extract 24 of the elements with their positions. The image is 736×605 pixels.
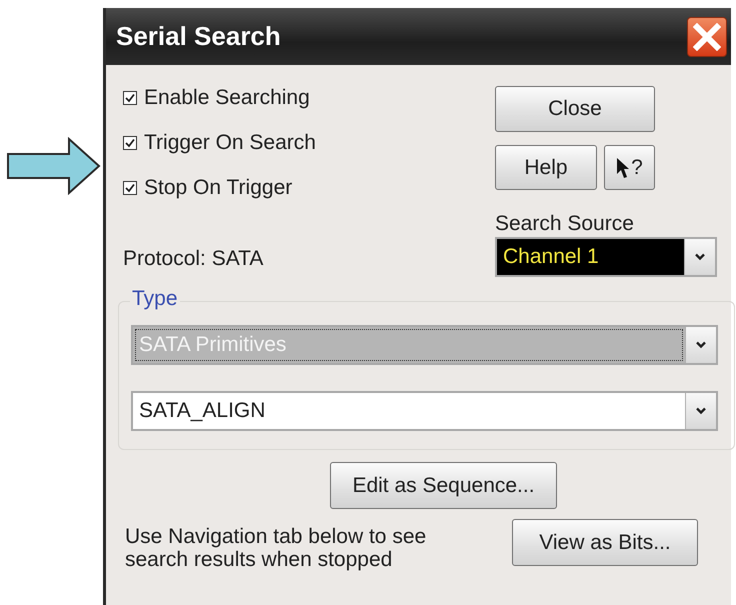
hint-text: Use Navigation tab below to see search results when stopped	[125, 525, 428, 572]
window-title: Serial Search	[116, 21, 281, 52]
caret-icon	[695, 341, 707, 349]
checkbox[interactable]	[123, 180, 137, 194]
whats-this-button[interactable]: ?	[604, 145, 655, 190]
arrow-icon	[7, 137, 101, 195]
protocol-label: Protocol: SATA	[123, 247, 264, 271]
checkbox-label: Enable Searching	[144, 86, 310, 110]
close-button[interactable]	[687, 16, 727, 56]
help-button[interactable]: Help	[495, 145, 597, 190]
checkbox[interactable]	[123, 136, 137, 150]
dropdown[interactable]: SATA_ALIGN	[131, 391, 718, 431]
dropdown[interactable]: Channel 1	[495, 237, 717, 277]
close-icon	[693, 22, 721, 50]
close-button[interactable]: Close	[495, 86, 655, 132]
pointer-icon	[616, 156, 630, 178]
caret-icon	[695, 407, 707, 415]
search-source-label: Search Source	[495, 212, 634, 236]
checkbox-label: Trigger On Search	[144, 130, 316, 154]
caret-icon	[694, 253, 706, 261]
view-bits-button[interactable]: View as Bits...	[512, 519, 698, 566]
edit-sequence-button[interactable]: Edit as Sequence...	[330, 462, 557, 509]
checkbox[interactable]	[123, 90, 137, 104]
checkbox-label: Stop On Trigger	[144, 176, 292, 200]
